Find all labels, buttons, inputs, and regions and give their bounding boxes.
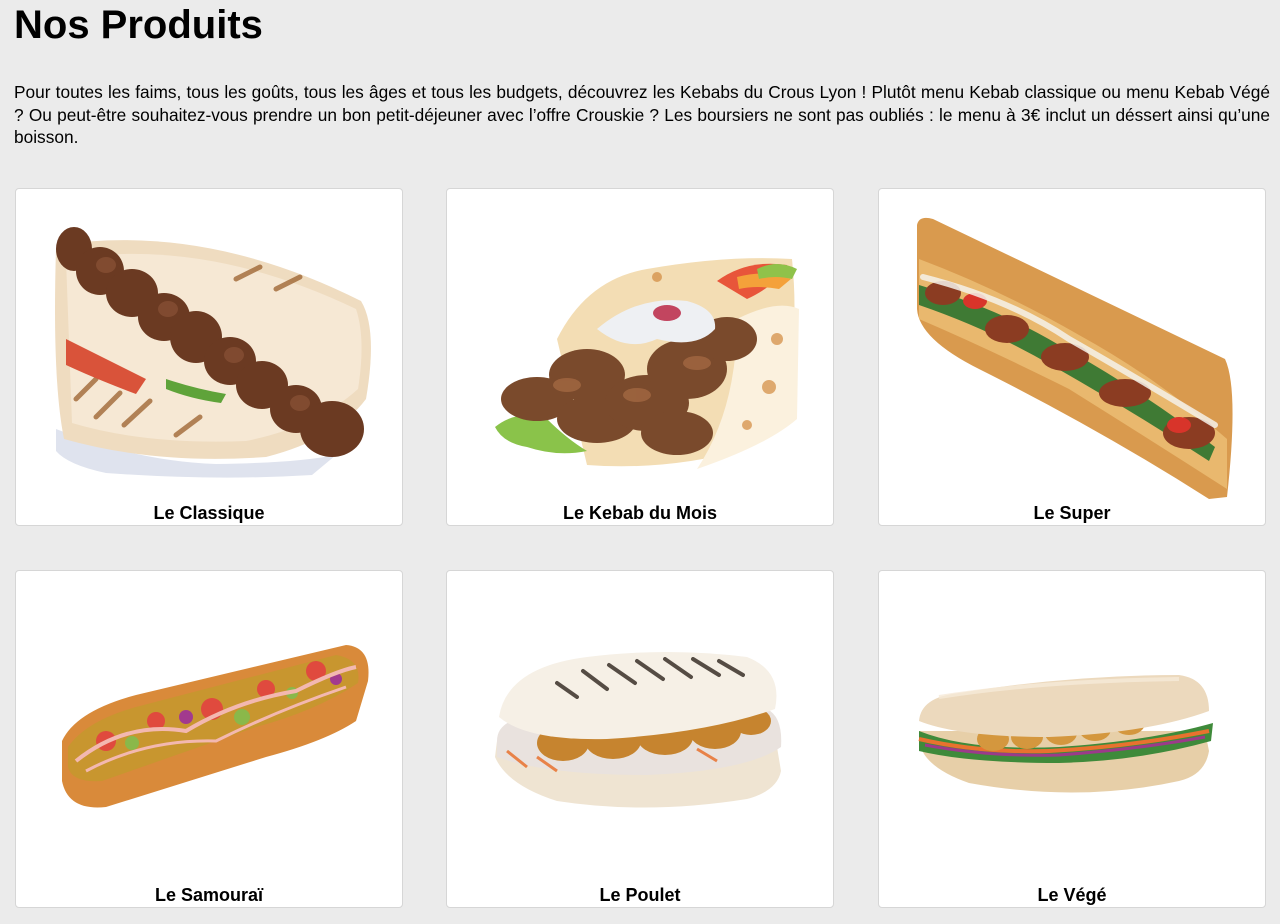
page-title: Nos Produits <box>14 3 263 47</box>
product-card-classique[interactable]: Le Classique <box>15 188 403 526</box>
product-name: Le Super <box>1033 503 1111 523</box>
product-image-poulet <box>447 571 833 889</box>
intro-paragraph: Pour toutes les faims, tous les goûts, t… <box>14 82 1270 147</box>
product-card-vege[interactable]: Le Végé <box>878 570 1266 908</box>
product-name: Le Samouraï <box>154 885 264 905</box>
product-image-samourai <box>16 571 402 889</box>
product-image-vege <box>879 571 1265 889</box>
product-image-kebab-du-mois <box>447 189 833 507</box>
product-card-kebab-du-mois[interactable]: Le Kebab du Mois <box>446 188 834 526</box>
product-name: Le Classique <box>153 503 265 523</box>
product-card-poulet[interactable]: Le Poulet <box>446 570 834 908</box>
product-image-super <box>879 189 1265 507</box>
product-name: Le Poulet <box>599 885 681 905</box>
product-card-super[interactable]: Le Super <box>878 188 1266 526</box>
product-card-samourai[interactable]: Le Samouraï <box>15 570 403 908</box>
product-name: Le Végé <box>1037 885 1107 905</box>
product-image-classique <box>16 189 402 507</box>
product-name: Le Kebab du Mois <box>562 503 717 523</box>
